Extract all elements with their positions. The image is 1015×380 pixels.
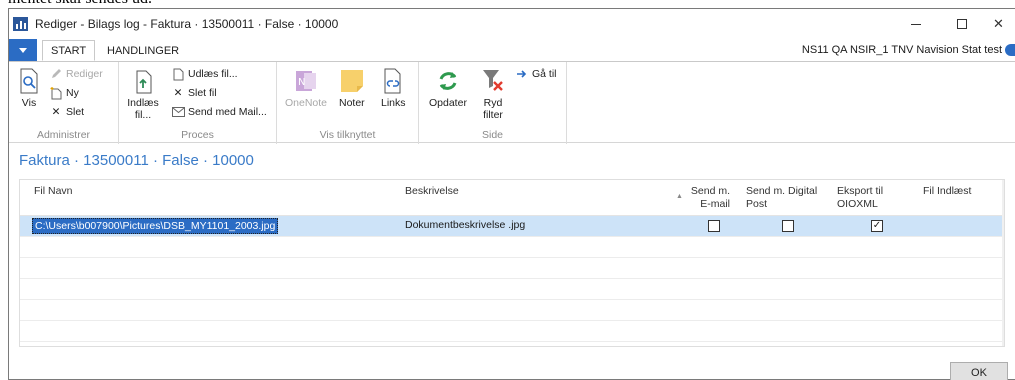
page-title: Faktura · 13500011 · False · 10000 bbox=[19, 152, 254, 169]
indlaes-fil-button[interactable]: Indlæs fil... bbox=[127, 68, 159, 121]
group-vis-tilknyttet: N OneNote Noter Links Vis tilknyttet bbox=[277, 62, 419, 144]
ryd-filter-label: Ryd filter bbox=[483, 97, 503, 121]
link-document-icon bbox=[381, 68, 405, 94]
grid-rows: C:\Users\b007900\Pictures\DSB_MY1101_200… bbox=[20, 216, 1002, 342]
attachments-grid: Fil Navn Beskrivelse ▲ Send m. E-mail Se… bbox=[19, 179, 1005, 347]
arrow-right-icon bbox=[515, 67, 529, 81]
noter-label: Noter bbox=[339, 97, 365, 109]
group-side: Opdater Ryd filter Gå til Side bbox=[419, 62, 567, 144]
scroll-down-icon[interactable]: ﹀ bbox=[1002, 332, 1004, 346]
column-header-send-email[interactable]: Send m. E-mail bbox=[688, 185, 730, 211]
indlaes-fil-label: Indlæs fil... bbox=[127, 97, 159, 121]
udlaes-fil-label: Udlæs fil... bbox=[188, 68, 238, 80]
app-icon bbox=[13, 16, 29, 32]
help-icon[interactable] bbox=[1005, 44, 1015, 56]
onenote-button[interactable]: N OneNote bbox=[285, 68, 327, 109]
mail-icon bbox=[171, 105, 185, 119]
maximize-button[interactable] bbox=[939, 9, 985, 39]
column-header-send-digital-post[interactable]: Send m. Digital Post bbox=[746, 185, 828, 211]
opdater-label: Opdater bbox=[429, 97, 467, 109]
export-file-icon bbox=[171, 67, 185, 81]
sort-ascending-icon: ▲ bbox=[676, 193, 683, 200]
refresh-icon bbox=[436, 68, 460, 94]
view-document-icon bbox=[17, 68, 41, 94]
gaa-til-button[interactable]: Gå til bbox=[515, 66, 557, 82]
slet-button[interactable]: ✕ Slet bbox=[49, 104, 85, 120]
ribbon-tab-row: START HANDLINGER NS11 QA NSIR_1 TNV Navi… bbox=[9, 39, 1015, 61]
empty-row[interactable] bbox=[20, 237, 1002, 258]
send-med-mail-button[interactable]: Send med Mail... bbox=[171, 104, 267, 120]
company-indicator: NS11 QA NSIR_1 TNV Navision Stat test bbox=[802, 39, 1015, 61]
group-label-vis-tilknyttet: Vis tilknyttet bbox=[319, 129, 376, 141]
checkbox-eksport-oioxml[interactable]: ✓ bbox=[871, 220, 883, 232]
tab-start[interactable]: START bbox=[42, 40, 96, 61]
group-label-side: Side bbox=[481, 129, 503, 141]
note-icon bbox=[340, 68, 364, 94]
table-row[interactable]: C:\Users\b007900\Pictures\DSB_MY1101_200… bbox=[20, 216, 1002, 237]
minimize-button[interactable] bbox=[893, 9, 939, 39]
company-name: NS11 QA NSIR_1 TNV Navision Stat test bbox=[801, 44, 1002, 56]
clear-filter-icon bbox=[481, 68, 505, 94]
vis-label: Vis bbox=[21, 97, 37, 109]
slet-label: Slet bbox=[66, 106, 85, 118]
slet-fil-label: Slet fil bbox=[188, 87, 217, 99]
grid-header: Fil Navn Beskrivelse ▲ Send m. E-mail Se… bbox=[20, 180, 1002, 216]
dropdown-arrow-icon bbox=[19, 47, 27, 53]
onenote-label: OneNote bbox=[285, 97, 328, 109]
pencil-icon bbox=[49, 67, 63, 81]
send-med-mail-label: Send med Mail... bbox=[188, 106, 267, 118]
slet-fil-button[interactable]: ✕ Slet fil bbox=[171, 85, 217, 101]
svg-text:N: N bbox=[298, 77, 305, 88]
ryd-filter-button[interactable]: Ryd filter bbox=[479, 68, 507, 121]
ny-label: Ny bbox=[66, 87, 79, 99]
checkbox-send-email[interactable] bbox=[708, 220, 720, 232]
empty-row[interactable] bbox=[20, 279, 1002, 300]
group-label-proces: Proces bbox=[181, 129, 214, 141]
window-title: Rediger - Bilags log - Faktura · 1350001… bbox=[35, 17, 339, 31]
close-icon: ✕ bbox=[993, 16, 1004, 31]
window-controls: ✕ bbox=[893, 9, 1015, 39]
noter-button[interactable]: Noter bbox=[339, 68, 365, 109]
file-menu-button[interactable] bbox=[9, 39, 37, 61]
vertical-scrollbar[interactable]: ︿ ﹀ bbox=[1002, 180, 1005, 346]
group-proces: Indlæs fil... Udlæs fil... ✕ Slet fil Se… bbox=[119, 62, 277, 144]
udlaes-fil-button[interactable]: Udlæs fil... bbox=[171, 66, 238, 82]
onenote-icon: N bbox=[294, 68, 318, 94]
new-document-icon bbox=[49, 86, 63, 100]
ny-button[interactable]: Ny bbox=[49, 85, 79, 101]
rediger-button[interactable]: Rediger bbox=[49, 66, 103, 82]
checkbox-send-digital-post[interactable] bbox=[782, 220, 794, 232]
scrollbar-thumb[interactable] bbox=[1004, 226, 1005, 306]
delete-x-icon: ✕ bbox=[51, 106, 61, 118]
gaa-til-label: Gå til bbox=[532, 68, 557, 80]
dialog-window: Rediger - Bilags log - Faktura · 1350001… bbox=[8, 8, 1015, 380]
column-header-eksport-oioxml[interactable]: Eksport til OIOXML bbox=[837, 185, 903, 211]
scroll-up-icon[interactable]: ︿ bbox=[1002, 180, 1004, 194]
title-bar: Rediger - Bilags log - Faktura · 1350001… bbox=[9, 9, 1015, 39]
minimize-icon bbox=[911, 23, 921, 25]
links-button[interactable]: Links bbox=[381, 68, 406, 109]
group-label-administrer: Administrer bbox=[36, 129, 91, 141]
delete-x-icon: ✕ bbox=[173, 87, 183, 99]
import-file-icon bbox=[131, 68, 155, 94]
close-button[interactable]: ✕ bbox=[985, 9, 1015, 39]
rediger-label: Rediger bbox=[66, 68, 103, 80]
links-label: Links bbox=[381, 97, 406, 109]
group-administrer: Vis Rediger Ny ✕ Slet Administrer bbox=[9, 62, 119, 144]
ok-button[interactable]: OK bbox=[950, 362, 1008, 380]
tab-handlinger[interactable]: HANDLINGER bbox=[99, 40, 187, 61]
vis-button[interactable]: Vis bbox=[17, 68, 41, 109]
column-header-beskrivelse[interactable]: Beskrivelse bbox=[405, 185, 655, 198]
maximize-icon bbox=[957, 19, 967, 29]
cell-beskrivelse[interactable]: Dokumentbeskrivelse .jpg bbox=[405, 219, 525, 231]
cropped-background-text: mentet skal sendes ud. bbox=[8, 0, 152, 8]
empty-row[interactable] bbox=[20, 300, 1002, 321]
ribbon: Vis Rediger Ny ✕ Slet Administrer Indlæs… bbox=[9, 61, 1015, 144]
cell-fil-navn[interactable]: C:\Users\b007900\Pictures\DSB_MY1101_200… bbox=[32, 218, 279, 234]
column-header-fil-indlaest[interactable]: Fil Indlæst bbox=[923, 185, 993, 198]
empty-row[interactable] bbox=[20, 321, 1002, 342]
empty-row[interactable] bbox=[20, 258, 1002, 279]
opdater-button[interactable]: Opdater bbox=[429, 68, 467, 109]
column-header-fil-navn[interactable]: Fil Navn bbox=[34, 185, 334, 198]
